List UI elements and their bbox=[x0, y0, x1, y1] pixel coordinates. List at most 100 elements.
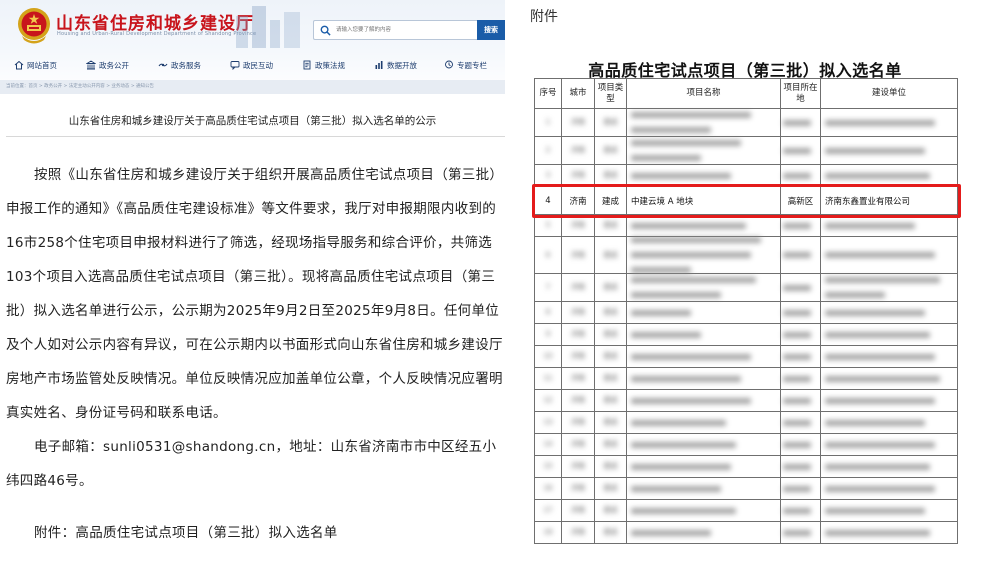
header-name: 项目名称 bbox=[626, 78, 781, 109]
row-type: 建成 bbox=[603, 352, 618, 360]
nav-item-services[interactable]: 政务服务 bbox=[158, 56, 201, 74]
row-no: 6 bbox=[545, 250, 551, 259]
article-body: 按照《山东省住房和城乡建设厅关于组织开展高品质住宅试点项目（第三批）申报工作的通… bbox=[6, 158, 505, 550]
row-no: 10 bbox=[543, 352, 553, 360]
row-type: 建成 bbox=[594, 186, 627, 215]
article-attachment-link[interactable]: 附件：高品质住宅试点项目（第三批）拟入选名单 bbox=[6, 516, 505, 550]
row-type: 建成 bbox=[603, 330, 618, 338]
table-row: 17 济南 建成 bbox=[534, 499, 958, 522]
announcement-webpage: 山东省住房和城乡建设厅 Housing and Urban-Rural Deve… bbox=[0, 0, 505, 562]
row-type: 建成 bbox=[603, 146, 618, 154]
row-no: 9 bbox=[545, 330, 551, 338]
row-no: 5 bbox=[545, 221, 551, 229]
table-row: 10 济南 建成 bbox=[534, 345, 958, 368]
article-title: 山东省住房和城乡建设厅关于高品质住宅试点项目（第三批）拟入选名单的公示 bbox=[68, 115, 437, 127]
table-row: 5 济南 建成 bbox=[534, 214, 958, 237]
row-developer: 济南东鑫置业有限公司 bbox=[820, 186, 958, 215]
building-icon bbox=[86, 60, 96, 70]
table-row: 9 济南 建成 bbox=[534, 323, 958, 346]
row-type: 建成 bbox=[603, 221, 618, 229]
row-no: 15 bbox=[543, 462, 553, 470]
nav-label: 政民互动 bbox=[243, 60, 273, 70]
table-row: 12 济南 建成 bbox=[534, 389, 958, 412]
service-icon bbox=[158, 63, 168, 67]
breadcrumb[interactable]: 当前位置：首页 > 政务公开 > 法定主动公开内容 > 业务动态 > 通知公告 bbox=[6, 83, 154, 89]
row-type: 建成 bbox=[603, 118, 618, 126]
row-no: 16 bbox=[543, 484, 553, 492]
nav-label: 专题专栏 bbox=[457, 60, 487, 70]
row-no: 3 bbox=[545, 171, 551, 179]
row-type: 建成 bbox=[603, 250, 618, 259]
row-type: 建成 bbox=[603, 374, 618, 382]
row-city: 济南 bbox=[571, 330, 585, 338]
row-city: 济南 bbox=[571, 484, 585, 492]
law-icon bbox=[303, 60, 311, 70]
row-city: 济南 bbox=[571, 250, 585, 259]
row-city: 济南 bbox=[571, 171, 585, 179]
row-no: 4 bbox=[534, 186, 562, 215]
search-input[interactable] bbox=[336, 23, 474, 37]
highlighted-row: 4 济南 建成 中建云境 A 地块 高新区 济南东鑫置业有限公司 bbox=[534, 186, 958, 215]
row-city: 济南 bbox=[571, 118, 585, 126]
table-row: 18 济南 建成 bbox=[534, 521, 958, 544]
row-no: 11 bbox=[543, 374, 553, 382]
data-icon bbox=[375, 61, 383, 69]
nav-item-home[interactable]: 网站首页 bbox=[14, 56, 57, 74]
article-contact-paragraph: 电子邮箱：sunli0531@shandong.cn，地址：山东省济南市市中区经… bbox=[6, 439, 497, 489]
row-type: 建成 bbox=[603, 462, 618, 470]
title-divider bbox=[6, 136, 505, 137]
table-header-row: 序号 城市 项目类型 项目名称 项目所在地 建设单位 bbox=[534, 78, 958, 109]
row-type: 建成 bbox=[603, 506, 618, 514]
row-no: 13 bbox=[543, 418, 553, 426]
interaction-icon bbox=[230, 61, 240, 70]
row-city: 济南 bbox=[571, 462, 585, 470]
row-city: 济南 bbox=[571, 440, 585, 448]
row-city: 济南 bbox=[571, 352, 585, 360]
site-english-name: Housing and Urban-Rural Development Depa… bbox=[57, 31, 257, 37]
search-button[interactable]: 搜索 bbox=[477, 20, 505, 40]
national-emblem-icon bbox=[18, 8, 50, 44]
table-row: 11 济南 建成 bbox=[534, 367, 958, 390]
nav-item-topics[interactable]: 专题专栏 bbox=[444, 56, 487, 74]
row-city: 济南 bbox=[561, 186, 595, 215]
row-no: 12 bbox=[543, 396, 553, 404]
nav-label: 数据开放 bbox=[387, 60, 417, 70]
table-row: 8 济南 建成 bbox=[534, 301, 958, 324]
nav-item-open-data[interactable]: 数据开放 bbox=[374, 56, 417, 74]
nav-label: 政策法规 bbox=[315, 60, 345, 70]
row-type: 建成 bbox=[603, 308, 618, 316]
nav-item-government-affairs[interactable]: 政务公开 bbox=[86, 56, 129, 74]
table-row: 7 济南 建成 bbox=[534, 273, 958, 302]
nav-item-interaction[interactable]: 政民互动 bbox=[230, 56, 273, 74]
row-city: 济南 bbox=[571, 146, 585, 154]
header-unit: 建设单位 bbox=[820, 78, 958, 109]
row-city: 济南 bbox=[571, 221, 585, 229]
row-no: 18 bbox=[543, 528, 553, 536]
row-city: 济南 bbox=[571, 283, 585, 291]
header-type: 项目类型 bbox=[594, 78, 627, 109]
row-no: 1 bbox=[545, 118, 551, 126]
row-no: 8 bbox=[545, 308, 551, 316]
header-no: 序号 bbox=[534, 78, 562, 109]
article-paragraph: 按照《山东省住房和城乡建设厅关于组织开展高品质住宅试点项目（第三批）申报工作的通… bbox=[6, 167, 504, 421]
row-type: 建成 bbox=[603, 418, 618, 426]
row-type: 建成 bbox=[603, 396, 618, 404]
candidate-list-table: 序号 城市 项目类型 项目名称 项目所在地 建设单位 1 济南 建成 2 济南 … bbox=[534, 78, 958, 544]
header-city: 城市 bbox=[561, 78, 595, 109]
table-row: 16 济南 建成 bbox=[534, 477, 958, 500]
nav-item-policies[interactable]: 政策法规 bbox=[302, 56, 345, 74]
table-row: 3 济南 建成 bbox=[534, 164, 958, 187]
header-area: 项目所在地 bbox=[780, 78, 821, 109]
nav-label: 政务服务 bbox=[171, 60, 201, 70]
attachment-label: 附件 bbox=[530, 9, 558, 25]
table-row: 15 济南 建成 bbox=[534, 455, 958, 478]
topic-icon bbox=[445, 60, 453, 69]
row-no: 2 bbox=[545, 146, 551, 154]
row-city: 济南 bbox=[571, 308, 585, 316]
row-no: 14 bbox=[543, 440, 553, 448]
search-box[interactable] bbox=[313, 20, 477, 40]
row-city: 济南 bbox=[571, 528, 585, 536]
row-type: 建成 bbox=[603, 528, 618, 536]
row-type: 建成 bbox=[603, 283, 618, 291]
main-nav: 网站首页 政务公开 政务服务 政民互动 政策法规 数据开放 专题专栏 bbox=[0, 56, 505, 74]
